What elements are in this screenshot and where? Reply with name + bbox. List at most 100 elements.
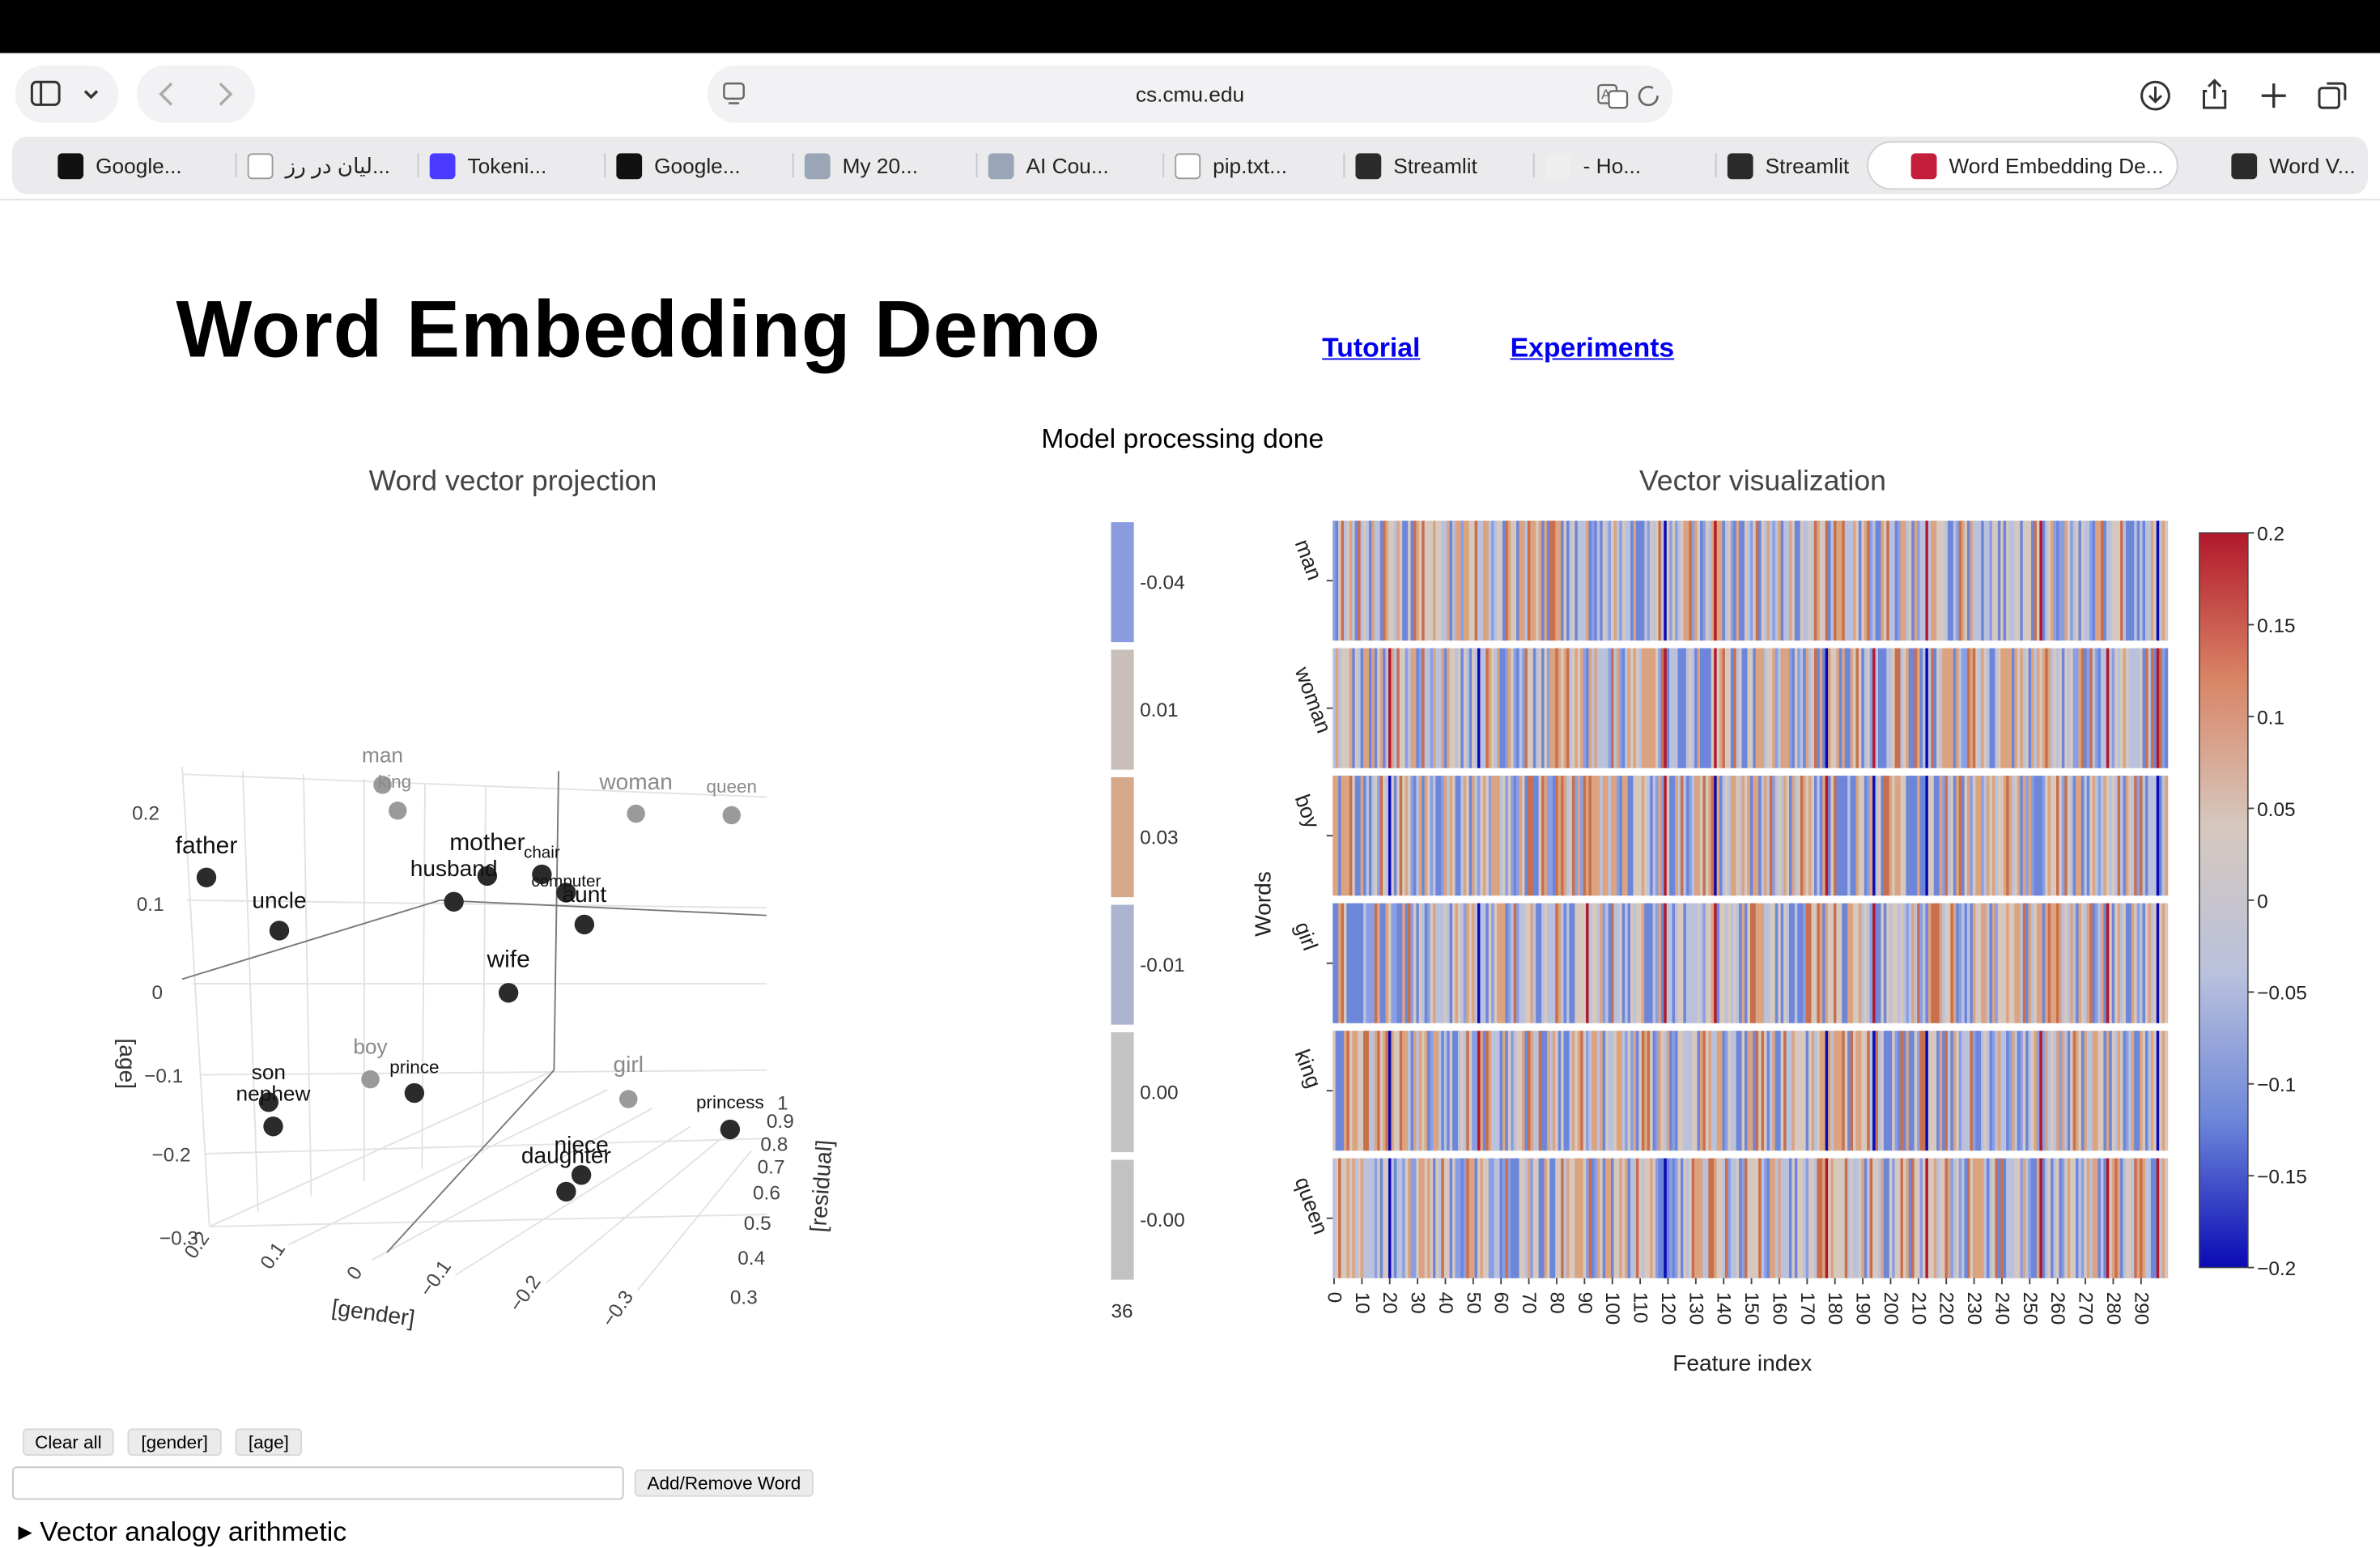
point-boy[interactable] [361,1070,380,1089]
tab-5[interactable]: AI Cou... [988,141,1141,189]
colorbar [2199,532,2249,1269]
sidebar-toggle-button[interactable] [15,65,119,123]
y-tick-label: 0.3 [730,1287,758,1309]
streamlit-icon [1355,152,1382,179]
analogy-label: Vector analogy arithmetic [40,1516,347,1547]
tutorial-link[interactable]: Tutorial [1322,333,1420,364]
tab-7[interactable]: Streamlit [1355,141,1515,189]
forward-icon[interactable] [219,82,233,106]
vector-value-bars: -0.04 0.01 0.03 -0.01 0.00 -0.00 36 [1111,522,1185,1323]
heatmap-row-woman [1332,648,2169,768]
add-remove-word-button[interactable]: Add/Remove Word [634,1469,814,1497]
translate-icon[interactable]: A [1597,83,1629,109]
point-uncle[interactable] [269,921,290,941]
tab-0[interactable]: Google... [57,141,210,189]
tab-2[interactable]: Tokeni... [429,141,574,189]
tab-1[interactable]: لیان در رز... [247,141,400,189]
word-projection-plot[interactable]: 0.20.10−0.1−0.2−0.30.2 0.1 0 −0.1 −0.2 −0.310… [0,501,971,1382]
browser-toolbar: cs.cmu.edu A [0,53,2380,137]
tab-10[interactable]: Word Embedding De... [1867,141,2178,190]
tab-3[interactable]: Google... [616,141,768,189]
x-tick-label: 220 [1936,1292,1957,1325]
experiments-link[interactable]: Experiments [1511,333,1675,364]
downloads-icon[interactable] [2137,78,2174,114]
heatmap-cell [2165,1158,2169,1278]
url-text[interactable]: cs.cmu.edu [1136,82,1244,106]
point-woman[interactable] [627,804,645,823]
x-tick-label: 250 [2019,1292,2041,1325]
point-label: woman [598,769,673,794]
projection-points: man king woman queen boy girl father uncle mothe… [176,742,764,1202]
x-tick-label: 120 [1657,1292,1679,1325]
point-girl[interactable] [619,1090,638,1108]
row-label: queen [1290,1174,1333,1238]
row-label: woman [1290,663,1336,737]
tab-label: Google... [654,153,741,178]
tab-4[interactable]: My 20... [804,141,954,189]
tab-label: Tokeni... [467,153,547,178]
new-tab-icon[interactable] [2255,78,2292,114]
tab-11[interactable]: Word V... [2231,141,2368,189]
x-tick-label: 0 [342,1262,367,1284]
vector-heatmap[interactable]: Words Feature index man woman boy girl king q… [1237,508,2380,1389]
value-bar [1111,649,1134,770]
tab-overview-icon[interactable] [2314,78,2351,114]
heatmap-row-girl [1332,903,2169,1023]
point-label: father [176,832,238,859]
z-tick-label: 0 [152,982,164,1004]
point-princess[interactable] [720,1119,741,1140]
back-icon[interactable] [159,82,173,106]
notebook-icon [616,152,643,179]
z-tick-label: 0.2 [132,803,159,825]
analogy-disclosure[interactable]: ▶ Vector analogy arithmetic [19,1516,347,1548]
point-aunt[interactable] [574,914,595,935]
point-prince[interactable] [404,1082,425,1104]
point-king[interactable] [389,802,407,820]
tab-label: My 20... [842,153,918,178]
page-icon [1545,152,1571,179]
tab-separator [1532,153,1535,178]
y-tick-label: 0.7 [758,1156,785,1178]
avatar-icon [804,152,831,179]
tab-9[interactable]: Streamlit [1727,141,1880,189]
colorbar-tick-label: −0.15 [2257,1167,2307,1189]
point-nephew[interactable] [263,1116,283,1137]
share-icon[interactable] [2196,76,2233,113]
point-father[interactable] [196,867,217,887]
point-daughter[interactable] [556,1181,576,1202]
row-label: king [1290,1046,1327,1091]
x-axis-label: [gender] [330,1295,416,1331]
x-tick-label: 90 [1574,1292,1596,1314]
streamlit-icon [1727,152,1753,179]
tab-separator [417,153,419,178]
x-tick-label: 180 [1824,1292,1846,1325]
value-label: -0.00 [1140,1210,1185,1231]
x-tick-label: 270 [2075,1292,2097,1325]
point-label: mother [449,829,525,856]
point-wife[interactable] [498,983,519,1003]
gender-button[interactable]: [gender] [127,1428,222,1457]
point-niece[interactable] [571,1165,592,1185]
disclosure-triangle-icon: ▶ [18,1520,32,1542]
point-label: wife [486,946,529,972]
value-label: 0.00 [1140,1082,1178,1104]
point-husband[interactable] [444,891,464,912]
y-axis-title: Words [1250,871,1275,937]
tab-label: Streamlit [1393,153,1477,178]
z-tick-label: −0.1 [144,1065,183,1087]
word-input[interactable] [12,1466,624,1500]
point-queen[interactable] [722,806,742,825]
reload-icon[interactable] [1638,85,1659,107]
clear-all-button[interactable]: Clear all [23,1428,114,1457]
value-label: 0.01 [1140,700,1178,721]
tab-8[interactable]: - Ho... [1545,141,1689,189]
y-axis-label: [residual] [805,1139,837,1233]
x-tick-label: 0 [1323,1292,1345,1303]
value-label: -0.04 [1140,572,1185,594]
page-menu-icon[interactable] [723,82,747,106]
tab-6[interactable]: pip.txt... [1175,141,1327,189]
age-button[interactable]: [age] [235,1428,303,1457]
address-bar[interactable]: cs.cmu.edu A [707,65,1673,123]
z-axis-label: [age] [115,1039,140,1090]
point-label: prince [389,1057,439,1078]
